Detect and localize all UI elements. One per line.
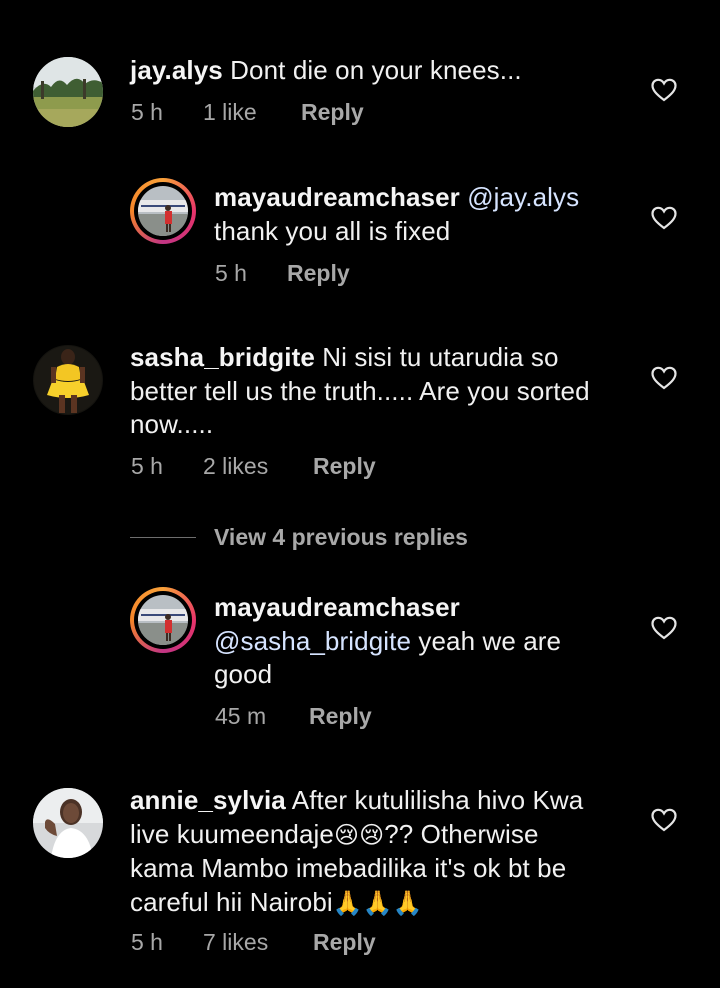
reply-button[interactable]: Reply <box>301 99 364 126</box>
comment-body-line2b: ?? Otherwise <box>384 818 539 849</box>
comment-text: sasha_bridgite Ni sisi tu utarudia so be… <box>130 341 650 442</box>
comment-annie-sylvia: annie_sylvia After kutulilisha hivo Kwa … <box>0 760 720 988</box>
comment-username[interactable]: annie_sylvia <box>130 785 286 815</box>
heart-icon[interactable] <box>651 366 677 390</box>
comment-body-line3: kama Mambo imebadilika it's ok bt be <box>130 853 567 883</box>
comment-body: Dont die on your knees... <box>230 55 522 85</box>
reply-button[interactable]: Reply <box>313 929 376 956</box>
comment-meta: 5 h 7 likes Reply <box>131 929 376 956</box>
divider-line <box>130 536 196 538</box>
landscape-avatar-icon <box>33 57 103 127</box>
comment-body: thank you all is fixed <box>214 215 451 246</box>
airplane-photo-icon <box>138 595 188 645</box>
reply-mayaudreamchaser-1: mayaudreamchaser @jay.alys thank you all… <box>0 150 720 300</box>
comment-likes[interactable]: 2 likes <box>203 453 313 480</box>
comment-time: 5 h <box>131 929 163 955</box>
pray-emoji-icon: 🙏🙏🙏 <box>332 888 423 917</box>
comment-text: mayaudreamchaser @sasha_bridgite yeah we… <box>214 591 634 692</box>
comment-jay-alys: jay.alys Dont die on your knees... 5 h 1 … <box>0 0 720 150</box>
airplane-photo-icon <box>138 186 188 236</box>
comment-username[interactable]: sasha_bridgite <box>130 342 315 372</box>
comment-text: mayaudreamchaser @jay.alys thank you all… <box>214 181 634 248</box>
comment-sasha-bridgite: sasha_bridgite Ni sisi tu utarudia so be… <box>0 300 720 500</box>
comment-time: 5 h <box>131 99 163 125</box>
mention-link[interactable]: @sasha_bridgite <box>214 626 411 656</box>
reply-mayaudreamchaser-2: mayaudreamchaser @sasha_bridgite yeah we… <box>0 560 720 760</box>
comment-text: jay.alys Dont die on your knees... <box>130 54 650 88</box>
comment-meta: 5 h 2 likes Reply <box>131 453 376 480</box>
avatar[interactable] <box>33 57 103 127</box>
comment-time: 5 h <box>131 453 163 479</box>
comment-body-line3: now..... <box>130 409 214 439</box>
comment-time: 45 m <box>215 703 267 729</box>
avatar[interactable] <box>33 788 103 858</box>
view-previous-label: View 4 previous replies <box>214 523 468 550</box>
comment-username[interactable]: jay.alys <box>130 55 223 85</box>
comment-body-line2: better tell us the truth..... Are you so… <box>130 375 590 406</box>
comment-time: 5 h <box>215 260 247 286</box>
selfie-avatar-icon <box>33 788 103 858</box>
comment-meta: 5 h 1 like Reply <box>131 99 364 126</box>
reply-button[interactable]: Reply <box>287 260 350 287</box>
story-ring-avatar[interactable] <box>130 178 196 244</box>
view-previous-replies[interactable]: View 4 previous replies <box>130 522 468 552</box>
comment-username[interactable]: mayaudreamchaser <box>214 182 460 212</box>
comment-body-line1: After kutulilisha hivo Kwa <box>291 785 584 815</box>
comment-likes[interactable]: 7 likes <box>203 929 313 956</box>
comment-body-line3: good <box>214 659 273 689</box>
comment-body-line2a: live kuumeendaje <box>130 818 334 849</box>
mention-link[interactable]: @jay.alys <box>467 182 579 212</box>
heart-icon[interactable] <box>651 808 677 832</box>
comment-body: yeah we are <box>418 625 562 656</box>
comment-body-line4: careful hii Nairobi <box>130 886 333 917</box>
comment-username[interactable]: mayaudreamchaser <box>214 592 460 622</box>
comment-text: annie_sylvia After kutulilisha hivo Kwa … <box>130 784 650 920</box>
comment-meta: 45 m Reply <box>215 703 372 730</box>
comment-meta: 5 h Reply <box>215 260 350 287</box>
heart-icon[interactable] <box>651 206 677 230</box>
comment-body-line1: Ni sisi tu utarudia so <box>322 342 559 372</box>
reply-button[interactable]: Reply <box>313 453 376 480</box>
heart-icon[interactable] <box>651 78 677 102</box>
yellow-dress-avatar-icon <box>33 345 103 415</box>
reply-button[interactable]: Reply <box>309 703 372 730</box>
crying-emoji-icon: 😢😢 <box>333 820 385 849</box>
story-ring-avatar[interactable] <box>130 587 196 653</box>
comment-likes[interactable]: 1 like <box>203 99 301 126</box>
avatar[interactable] <box>33 345 103 415</box>
heart-icon[interactable] <box>651 616 677 640</box>
